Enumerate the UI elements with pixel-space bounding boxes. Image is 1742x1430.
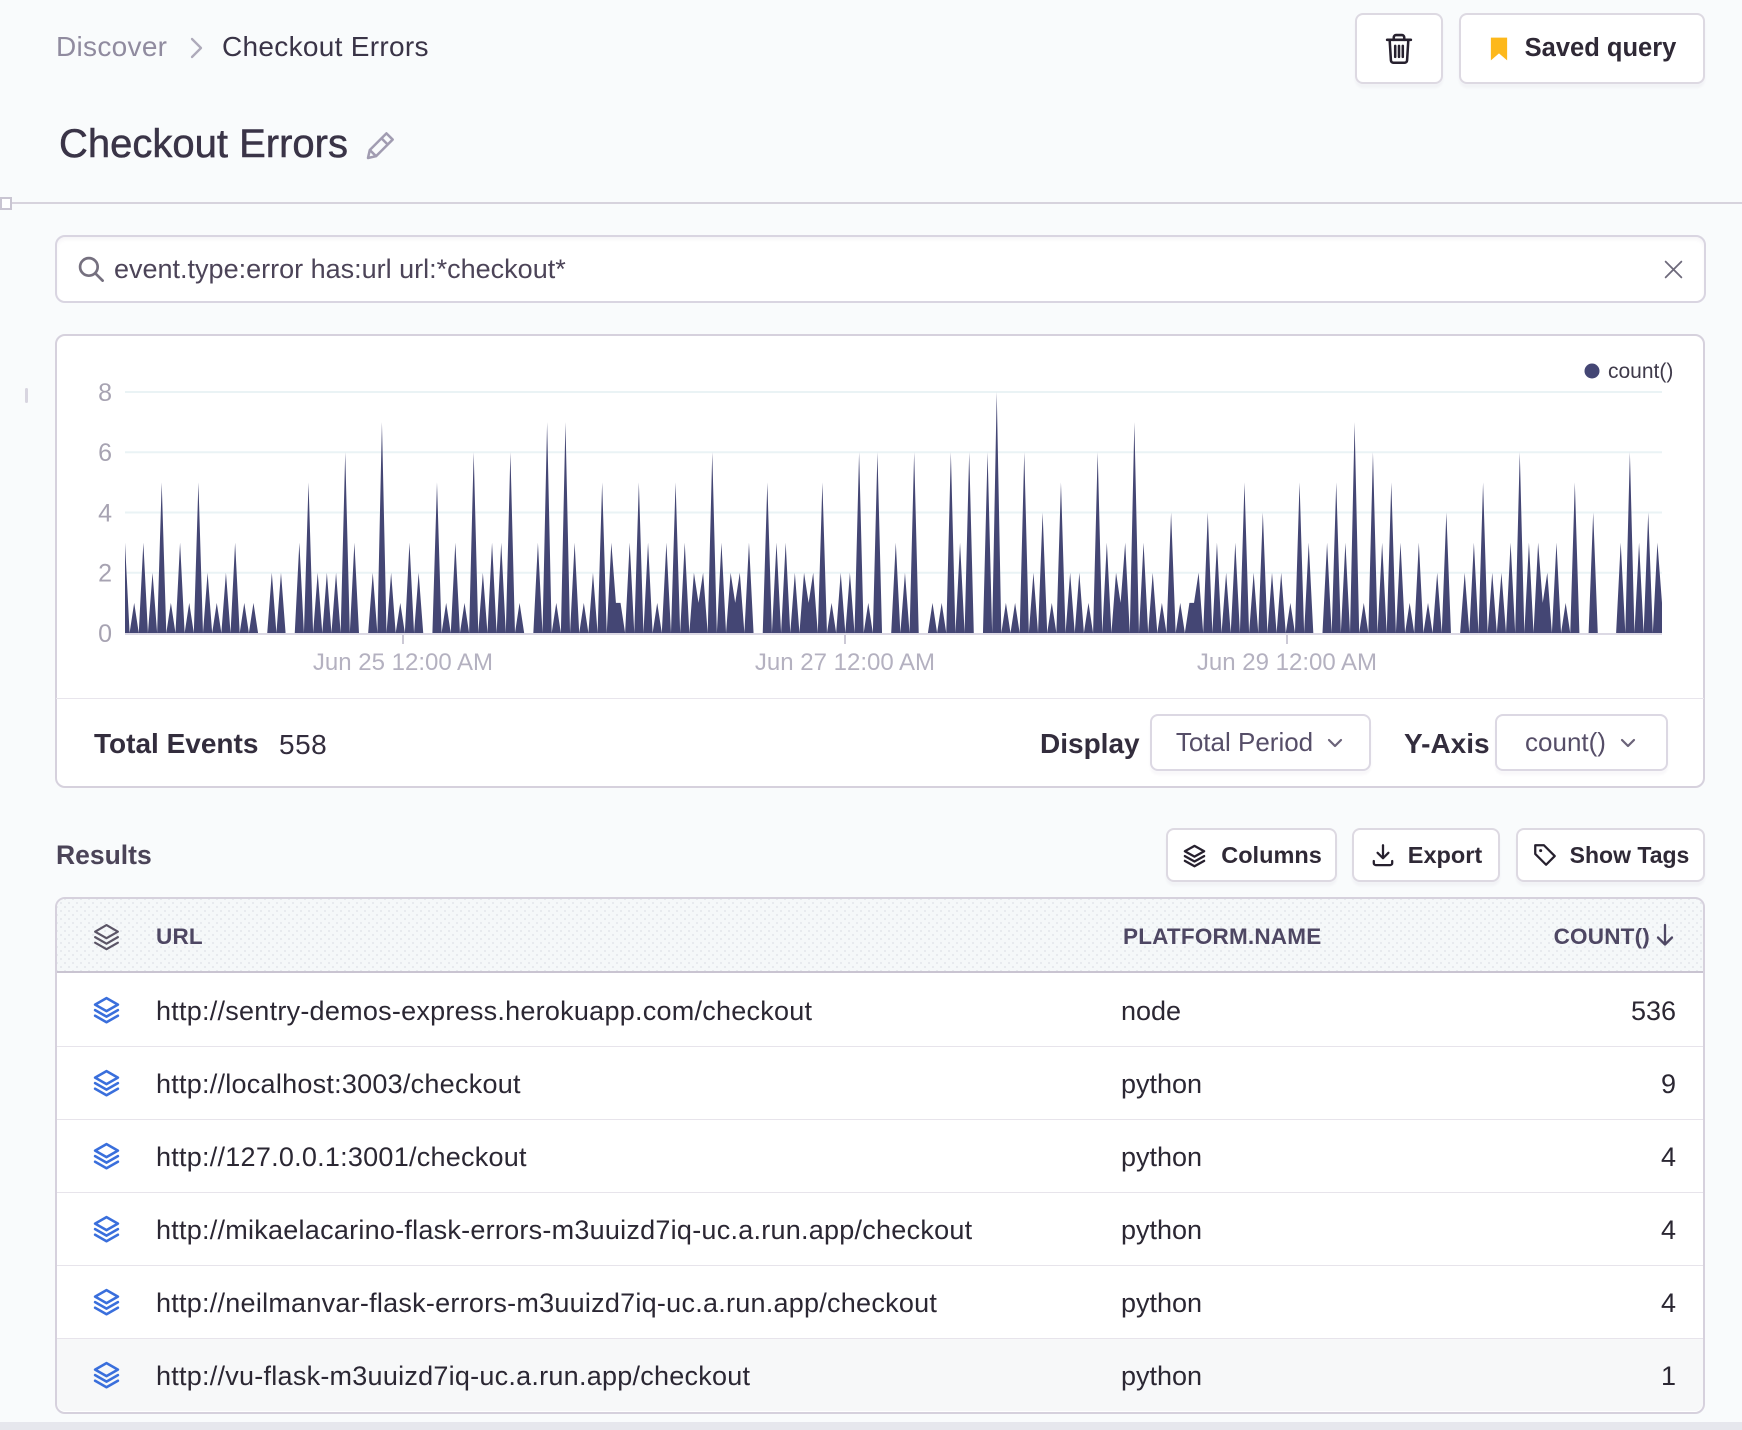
svg-text:8: 8 <box>98 379 112 407</box>
svg-text:2: 2 <box>98 560 112 588</box>
svg-text:Jun 27 12:00 AM: Jun 27 12:00 AM <box>755 649 935 676</box>
svg-text:0: 0 <box>98 620 112 648</box>
svg-text:6: 6 <box>98 439 112 467</box>
svg-text:count(): count() <box>1608 360 1673 383</box>
svg-text:4: 4 <box>98 500 112 528</box>
svg-text:Jun 29 12:00 AM: Jun 29 12:00 AM <box>1197 649 1377 676</box>
svg-text:Jun 25 12:00 AM: Jun 25 12:00 AM <box>313 649 493 676</box>
